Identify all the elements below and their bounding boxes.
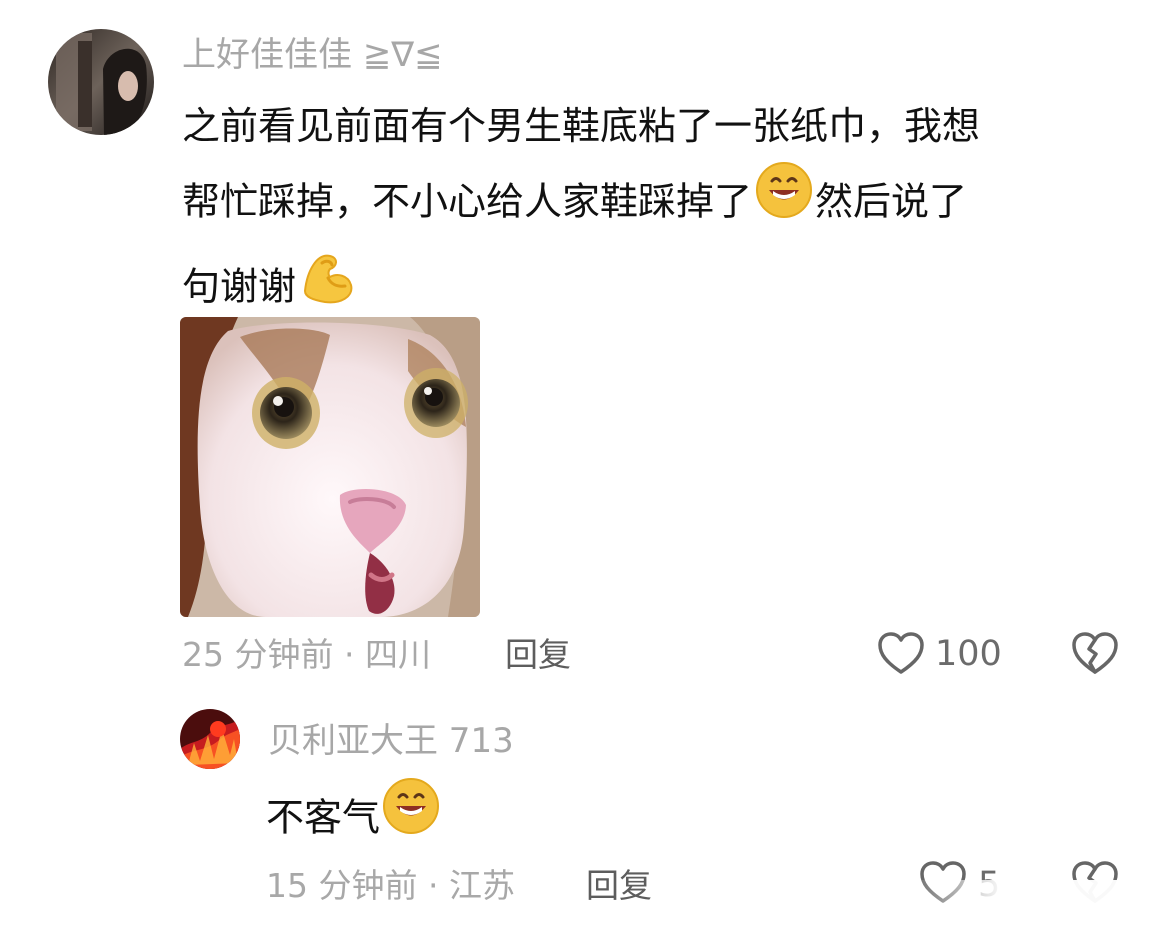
shocked-cat-illustration bbox=[180, 317, 480, 617]
reply-text: 不客气 bbox=[266, 777, 440, 863]
grin-emoji bbox=[752, 161, 815, 247]
shocked-cat-image[interactable] bbox=[180, 317, 480, 617]
comment-text-segment: 帮忙踩掉，不小心给人家鞋踩掉了 bbox=[182, 179, 753, 224]
heart-outline-icon[interactable] bbox=[878, 632, 924, 678]
like-count: 100 bbox=[935, 634, 1002, 674]
reply-username[interactable]: 贝利亚大王 713 bbox=[268, 721, 514, 761]
comment-text: 之前看见前面有个男生鞋底粘了一张纸巾，我想 帮忙踩掉，不小心给人家鞋踩掉了 然后… bbox=[182, 91, 1132, 331]
comment-text-segment: 句谢谢 bbox=[182, 264, 297, 309]
broken-heart-icon[interactable] bbox=[1072, 632, 1118, 678]
reply-timestamp-location: 15 分钟前 · 江苏 bbox=[266, 866, 515, 905]
comment-text-line: 帮忙踩掉，不小心给人家鞋踩掉了 然后说了 bbox=[182, 161, 1132, 247]
comment-username[interactable]: 上好佳佳佳 ≧∇≦ bbox=[182, 35, 443, 75]
grin-emoji bbox=[380, 777, 440, 863]
comment-text-segment: 然后说了 bbox=[815, 179, 968, 224]
reply-button[interactable]: 回复 bbox=[505, 635, 571, 675]
reply-text-segment: 不客气 bbox=[266, 795, 381, 840]
avatar-image bbox=[180, 709, 240, 769]
comment-timestamp-location: 25 分钟前 · 四川 bbox=[182, 635, 431, 674]
watermark-fade bbox=[910, 880, 1170, 932]
avatar-image bbox=[48, 29, 154, 135]
avatar[interactable] bbox=[180, 709, 240, 769]
avatar[interactable] bbox=[48, 29, 154, 135]
comment-text-line: 之前看见前面有个男生鞋底粘了一张纸巾，我想 bbox=[182, 104, 981, 148]
reply-button[interactable]: 回复 bbox=[586, 866, 652, 906]
